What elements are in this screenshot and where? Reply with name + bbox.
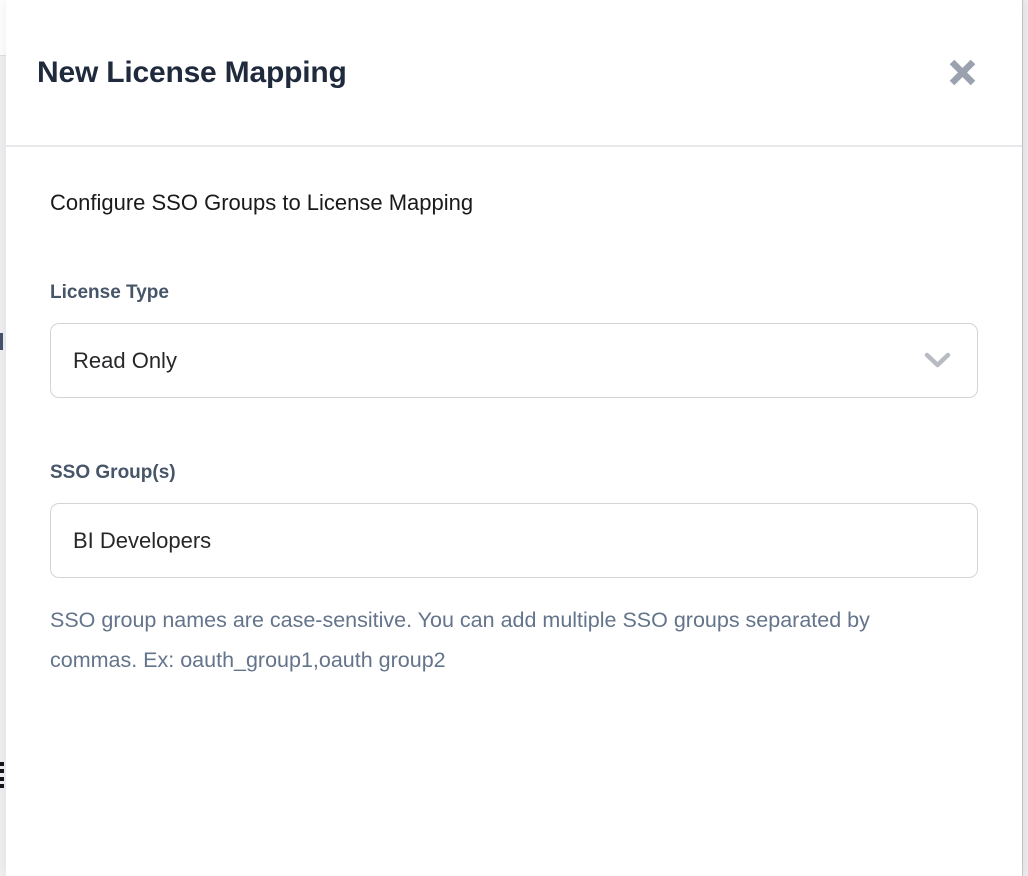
- dialog-subtitle: Configure SSO Groups to License Mapping: [50, 188, 978, 218]
- dialog-header: New License Mapping: [6, 0, 1022, 147]
- background-page-right-edge: [1022, 0, 1028, 876]
- sso-groups-label: SSO Group(s): [50, 460, 978, 486]
- chevron-down-icon: [924, 352, 951, 369]
- license-type-selected-value: Read Only: [73, 348, 177, 374]
- license-type-label: License Type: [50, 280, 978, 306]
- x-icon: [947, 57, 978, 88]
- new-license-mapping-dialog: New License Mapping Configure SSO Groups…: [6, 0, 1022, 876]
- background-accent-fragment: [0, 333, 3, 350]
- dialog-title: New License Mapping: [37, 56, 347, 90]
- list-icon-fragment: [0, 762, 4, 788]
- license-type-select[interactable]: Read Only: [50, 323, 978, 398]
- sso-groups-help-text: SSO group names are case-sensitive. You …: [50, 600, 900, 680]
- close-button[interactable]: [940, 51, 984, 95]
- dialog-body: Configure SSO Groups to License Mapping …: [6, 147, 1022, 680]
- sso-groups-input[interactable]: [50, 503, 978, 578]
